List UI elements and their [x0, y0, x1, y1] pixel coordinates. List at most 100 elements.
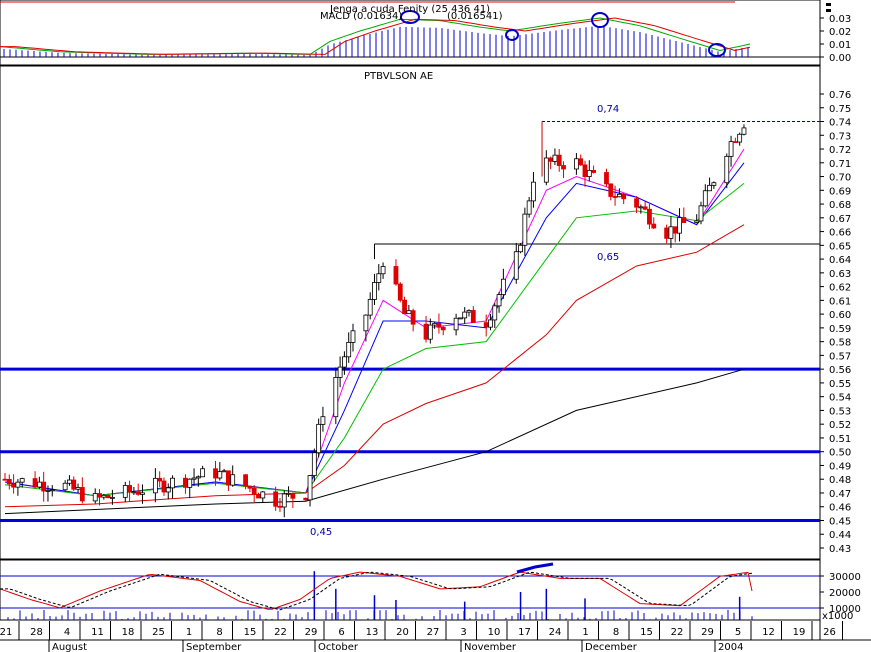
candle-body	[337, 366, 343, 378]
price-tick-label: 0.44	[829, 530, 851, 541]
x-day-label: 21	[0, 627, 12, 638]
candle-body	[226, 470, 231, 486]
candle-body	[591, 169, 596, 173]
volume-tick-label: 30000	[829, 572, 861, 583]
candle-body	[522, 213, 528, 246]
candle-body	[552, 154, 558, 162]
price-tick-label: 0.53	[829, 406, 851, 417]
candle-body	[466, 310, 472, 313]
candle-body	[651, 223, 657, 229]
candle-body	[256, 494, 261, 499]
x-day-label: 8	[613, 627, 619, 638]
candle-body	[157, 477, 163, 482]
x-day-label: 3	[460, 627, 466, 638]
price-tick-label: 0.45	[829, 516, 851, 527]
price-tick-label: 0.71	[829, 159, 851, 170]
volume-axis-ticks: 30000 20000 10000	[820, 572, 861, 615]
macd-signal-line	[0, 17, 751, 55]
candle-body	[367, 299, 373, 316]
volume-tick-label: 10000	[829, 604, 861, 615]
candle-body	[165, 487, 171, 493]
price-tick-label: 0.56	[829, 365, 851, 376]
x-day-label: 24	[549, 627, 562, 638]
candle-body	[97, 493, 102, 498]
level-045-label: 0,45	[310, 527, 332, 538]
x-day-label: 6	[338, 627, 344, 638]
candle-body	[732, 141, 738, 144]
candle-body	[638, 206, 644, 209]
price-tick-label: 0.70	[829, 173, 851, 184]
x-month-label: October	[318, 642, 359, 652]
x-day-label: 10	[488, 627, 501, 638]
x-day-label: 25	[152, 627, 165, 638]
candle-body	[453, 317, 459, 331]
candle-body	[311, 452, 317, 476]
candles	[2, 124, 747, 518]
candle-body	[737, 133, 743, 143]
candle-body	[350, 330, 356, 343]
x-axis-days: 21 28 4 11 18 25 1 8 15 22 29 6 13 20 27 3 10 17 24 1 8 15 22 2…	[0, 621, 843, 640]
candle-body	[333, 377, 339, 418]
x-month-label: November	[464, 642, 517, 652]
moving-averages	[4, 148, 745, 515]
x-day-label: 20	[396, 627, 409, 638]
x-day-label: 5	[735, 627, 741, 638]
macd-tick-label: 0.03	[829, 14, 851, 25]
candle-body	[496, 294, 502, 307]
x-day-label: 28	[30, 627, 43, 638]
candle-body	[488, 319, 493, 328]
price-tick-label: 0.58	[829, 338, 851, 349]
x-axis-months: August September October November December 20…	[48, 640, 743, 652]
price-tick-label: 0.67	[829, 214, 851, 225]
candle-body	[406, 310, 412, 315]
candle-body	[62, 482, 68, 491]
price-tick-label: 0.60	[829, 310, 851, 321]
candle-body	[711, 182, 717, 186]
candle-body	[702, 190, 708, 207]
candle-body	[642, 206, 648, 210]
candle-body	[191, 477, 197, 480]
candle-body	[393, 266, 399, 285]
macd-label-c: (0.016541)	[447, 11, 503, 22]
candle-body	[105, 494, 111, 499]
x-day-label: 26	[823, 627, 836, 638]
price-tick-label: 0.76	[829, 90, 851, 101]
price-tick-label: 0.66	[829, 228, 851, 239]
candle-body	[187, 478, 193, 488]
candle-body	[135, 491, 141, 495]
candle-body	[170, 477, 175, 489]
candle-body	[372, 282, 377, 300]
scroll-up-arrows[interactable]	[826, 3, 831, 12]
x-month-label: September	[186, 642, 242, 652]
moving-average-line	[4, 162, 745, 497]
price-tick-label: 0.65	[829, 241, 851, 252]
x-day-label: 17	[518, 627, 531, 638]
candle-body	[140, 492, 145, 495]
level-074-label: 0,74	[597, 104, 619, 115]
candle-body	[427, 324, 433, 340]
candle-body	[518, 244, 523, 253]
candle-body	[608, 183, 614, 197]
volume-panel-frame	[0, 559, 821, 621]
candle-body	[122, 485, 128, 498]
price-tick-label: 0.73	[829, 131, 851, 142]
candle-body	[616, 193, 622, 198]
candle-body	[6, 478, 12, 485]
candle-body	[397, 283, 403, 301]
candle-body	[15, 481, 21, 488]
candle-body	[561, 165, 566, 170]
moving-average-line	[4, 148, 745, 497]
x-month-label: December	[585, 642, 638, 652]
candle-body	[71, 479, 77, 490]
candle-body	[681, 217, 687, 223]
x-day-label: 11	[91, 627, 104, 638]
chart-title: PTBVLSON AE	[364, 71, 433, 82]
x-day-label: 1	[186, 627, 192, 638]
x-day-label: 4	[64, 627, 70, 638]
x-day-label: 19	[793, 627, 806, 638]
candle-body	[440, 326, 446, 331]
price-tick-label: 0.43	[829, 544, 851, 555]
x-day-label: 22	[671, 627, 684, 638]
candle-body	[49, 489, 55, 492]
candle-body	[195, 476, 201, 479]
